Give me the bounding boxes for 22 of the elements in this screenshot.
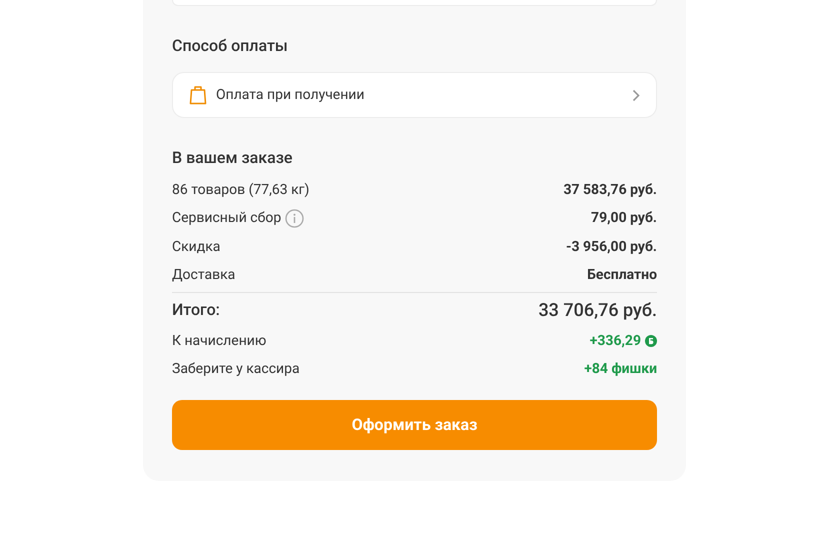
line-value: -3 956,00 руб.	[566, 238, 657, 257]
shopping-bag-icon	[189, 85, 207, 105]
payment-method-label: Оплата при получении	[216, 86, 364, 104]
line-label: К начислению	[172, 332, 266, 351]
line-value: 79,00 руб.	[591, 209, 657, 228]
line-value: 37 583,76 руб.	[563, 180, 657, 200]
line-label: Сервисный сбор	[172, 209, 282, 228]
line-label: Доставка	[172, 266, 236, 286]
bonus-coin-icon	[645, 335, 657, 348]
line-label: Заберите у кассира	[172, 360, 300, 380]
line-label: Скидка	[172, 238, 220, 257]
line-value: +84 фишки	[584, 360, 657, 380]
info-icon[interactable]	[285, 209, 304, 228]
chevron-right-icon	[632, 88, 640, 102]
payment-method-button[interactable]: Оплата при получении	[172, 72, 657, 118]
line-value: +336,29	[590, 332, 641, 351]
total-label: Итого:	[172, 299, 220, 321]
section-title: В вашем заказе	[172, 148, 294, 168]
line-value: Бесплатно	[587, 266, 657, 286]
section-title: Способ оплаты	[172, 36, 289, 56]
line-label: 86 товаров (77,63 кг)	[172, 180, 310, 200]
total-value: 33 706,76 руб.	[538, 298, 657, 322]
